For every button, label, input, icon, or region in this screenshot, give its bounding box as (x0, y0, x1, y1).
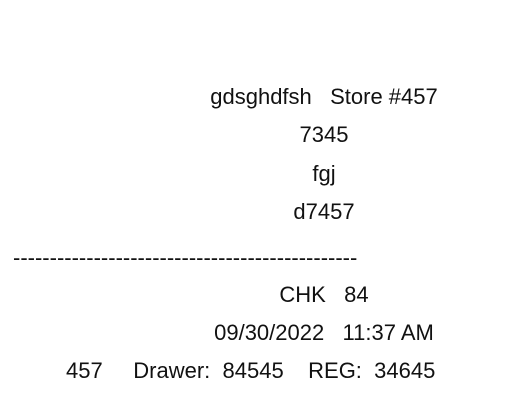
store-id-line: d7457 (293, 199, 355, 224)
receipt-divider: ----------------------------------------… (13, 245, 358, 270)
register-info-line: 457 Drawer: 84545 REG: 34645 (66, 358, 436, 383)
store-header-line: gdsghdfsh Store #457 (210, 84, 438, 109)
receipt: gdsghdfsh Store #457 7345 fgj d7457 ----… (0, 0, 512, 400)
store-code-line: 7345 (299, 122, 349, 147)
check-number-line: CHK 84 (279, 282, 369, 307)
date-time-line: 09/30/2022 11:37 AM (214, 320, 434, 345)
store-name-line: fgj (312, 161, 336, 186)
